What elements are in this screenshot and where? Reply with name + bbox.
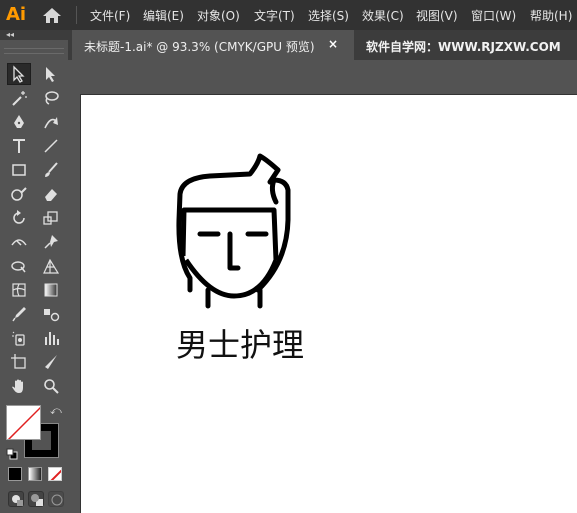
scale-tool-icon[interactable] <box>39 207 63 229</box>
document-tab-title: 未标题-1.ai* @ 93.3% (CMYK/GPU 预览) <box>84 40 315 54</box>
logo-caption[interactable]: 男士护理 <box>176 320 304 366</box>
blend-tool-icon[interactable] <box>39 303 63 325</box>
mesh-tool-icon[interactable] <box>7 279 31 301</box>
shape-builder-tool-icon[interactable] <box>7 255 31 277</box>
app-logo: Ai <box>6 4 27 25</box>
swap-fill-stroke-icon[interactable]: ⤺ <box>50 404 62 418</box>
symbol-sprayer-tool-icon[interactable] <box>7 327 31 349</box>
collapse-panel-icon[interactable]: ◂◂ <box>6 30 14 40</box>
menu-window[interactable]: 窗口(W) <box>471 7 516 24</box>
menu-file[interactable]: 文件(F) <box>90 7 130 24</box>
menu-help[interactable]: 帮助(H) <box>530 7 572 24</box>
none-mode-button[interactable] <box>48 467 62 481</box>
magic-wand-tool-icon[interactable] <box>7 87 31 109</box>
none-slash-icon <box>50 469 61 480</box>
artboard[interactable] <box>80 94 577 513</box>
draw-normal-icon[interactable] <box>8 491 24 507</box>
document-tab[interactable]: 未标题-1.ai* @ 93.3% (CMYK/GPU 预览) × <box>72 30 354 60</box>
fill-swatch[interactable] <box>6 405 41 440</box>
curvature-tool-icon[interactable] <box>39 111 63 133</box>
menu-type[interactable]: 文字(T) <box>254 7 295 24</box>
slice-tool-icon[interactable] <box>39 351 63 373</box>
menu-select[interactable]: 选择(S) <box>308 7 349 24</box>
perspective-grid-tool-icon[interactable] <box>39 255 63 277</box>
gradient-tool-icon[interactable] <box>39 279 63 301</box>
close-tab-icon[interactable]: × <box>328 37 338 51</box>
shaper-tool-icon[interactable] <box>7 183 31 205</box>
hand-tool-icon[interactable] <box>7 375 31 397</box>
lasso-tool-icon[interactable] <box>39 87 63 109</box>
eyedropper-tool-icon[interactable] <box>7 303 31 325</box>
color-mode-button[interactable] <box>8 467 22 481</box>
type-tool-icon[interactable] <box>7 135 31 157</box>
zoom-tool-icon[interactable] <box>39 375 63 397</box>
gradient-mode-button[interactable] <box>28 467 42 481</box>
selection-tool-icon[interactable] <box>7 63 31 85</box>
menu-bar: Ai 文件(F) 编辑(E) 对象(O) 文字(T) 选择(S) 效果(C) 视… <box>0 0 577 30</box>
rectangle-tool-icon[interactable] <box>7 159 31 181</box>
paintbrush-tool-icon[interactable] <box>39 159 63 181</box>
menu-effect[interactable]: 效果(C) <box>362 7 404 24</box>
draw-inside-icon[interactable] <box>48 491 64 507</box>
home-icon[interactable] <box>42 6 62 24</box>
default-colors-icon[interactable] <box>6 445 18 460</box>
menu-edit[interactable]: 编辑(E) <box>143 7 184 24</box>
rotate-tool-icon[interactable] <box>7 207 31 229</box>
artboard-tool-icon[interactable] <box>7 351 31 373</box>
direct-selection-tool-icon[interactable] <box>39 63 63 85</box>
pen-tool-icon[interactable] <box>7 111 31 133</box>
draw-behind-icon[interactable] <box>28 491 44 507</box>
menu-separator <box>76 6 77 24</box>
width-tool-icon[interactable] <box>7 231 31 253</box>
menu-object[interactable]: 对象(O) <box>197 7 240 24</box>
toolbar-grip[interactable] <box>4 48 64 54</box>
eraser-tool-icon[interactable] <box>39 183 63 205</box>
man-face-logo[interactable] <box>170 150 300 310</box>
column-graph-tool-icon[interactable] <box>39 327 63 349</box>
watermark-text: 软件自学网：WWW.RJZXW.COM <box>366 40 561 54</box>
none-slash-icon <box>7 406 40 439</box>
line-segment-tool-icon[interactable] <box>39 135 63 157</box>
menu-view[interactable]: 视图(V) <box>416 7 458 24</box>
puppet-warp-tool-icon[interactable] <box>39 231 63 253</box>
